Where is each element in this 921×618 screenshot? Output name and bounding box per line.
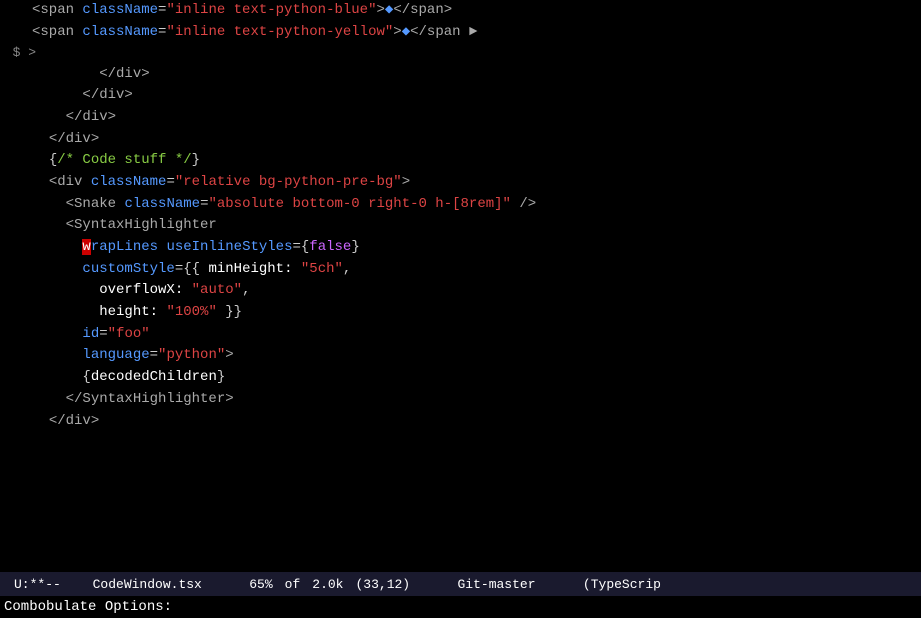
line-gutter: $ > — [4, 43, 44, 63]
line-content: <div className="relative bg-python-pre-b… — [32, 172, 921, 194]
code-line: <span className="inline text-python-blue… — [0, 0, 921, 22]
code-line: {/* Code stuff */} — [0, 150, 921, 172]
line-content: <span className="inline text-python-yell… — [32, 22, 921, 44]
line-content: </div> — [32, 85, 921, 107]
status-separator — [67, 577, 87, 592]
code-line: $ > — [0, 43, 921, 63]
status-position: (33,12) — [349, 577, 416, 592]
line-content: id="foo" — [32, 324, 921, 346]
code-line: <span className="inline text-python-yell… — [0, 22, 921, 44]
line-content: <Snake className="absolute bottom-0 righ… — [32, 194, 921, 216]
code-line: <SyntaxHighlighter — [0, 215, 921, 237]
code-line: id="foo" — [0, 324, 921, 346]
cmd-text: Combobulate Options: — [4, 599, 172, 615]
code-line: <div className="relative bg-python-pre-b… — [0, 172, 921, 194]
status-filetype: (TypeScrip — [577, 577, 667, 592]
code-line: </div> — [0, 85, 921, 107]
line-content: customStyle={{ minHeight: "5ch", — [32, 259, 921, 281]
status-filename: CodeWindow.tsx — [87, 577, 208, 592]
line-content: </div> — [32, 411, 921, 433]
line-content: </div> — [32, 107, 921, 129]
command-line: Combobulate Options: — [0, 596, 921, 618]
code-line: </div> — [0, 107, 921, 129]
line-content: {decodedChildren} — [32, 367, 921, 389]
line-content: language="python"> — [32, 345, 921, 367]
status-percent: 65% — [243, 577, 278, 592]
code-line: </div> — [0, 411, 921, 433]
status-mode: U:**-- — [8, 577, 67, 592]
code-line: </SyntaxHighlighter> — [0, 389, 921, 411]
code-line: overflowX: "auto", — [0, 280, 921, 302]
status-spacer2 — [416, 577, 451, 592]
code-line-active: wrapLines useInlineStyles={false} — [0, 237, 921, 259]
line-content: </div> — [32, 64, 921, 86]
code-line: language="python"> — [0, 345, 921, 367]
line-content: </SyntaxHighlighter> — [32, 389, 921, 411]
line-content: <SyntaxHighlighter — [32, 215, 921, 237]
code-line: </div> — [0, 129, 921, 151]
status-spacer — [208, 577, 243, 592]
line-content: {/* Code stuff */} — [32, 150, 921, 172]
line-content: height: "100%" }} — [32, 302, 921, 324]
status-bar: U:**-- CodeWindow.tsx 65% of 2.0k (33,12… — [0, 572, 921, 596]
code-editor: <span className="inline text-python-blue… — [0, 0, 921, 572]
code-line: height: "100%" }} — [0, 302, 921, 324]
line-content: <span className="inline text-python-blue… — [32, 0, 921, 22]
line-content: overflowX: "auto", — [32, 280, 921, 302]
status-branch: Git-master — [452, 577, 542, 592]
status-size: 2.0k — [306, 577, 349, 592]
code-line: </div> — [0, 64, 921, 86]
status-spacer3 — [542, 577, 577, 592]
code-line: {decodedChildren} — [0, 367, 921, 389]
cursor: w — [82, 239, 90, 255]
code-line: customStyle={{ minHeight: "5ch", — [0, 259, 921, 281]
status-of: of — [279, 577, 307, 592]
line-content: </div> — [32, 129, 921, 151]
line-content: wrapLines useInlineStyles={false} — [32, 237, 921, 259]
code-line: <Snake className="absolute bottom-0 righ… — [0, 194, 921, 216]
